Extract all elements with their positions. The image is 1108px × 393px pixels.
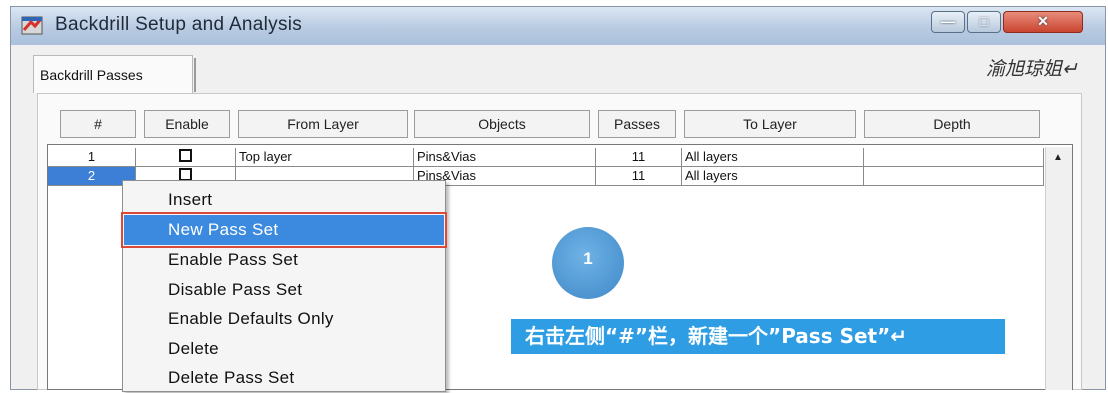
- menu-item-delete[interactable]: Delete: [124, 334, 444, 364]
- maximize-icon: □: [979, 13, 989, 29]
- column-header-depth[interactable]: Depth: [864, 110, 1040, 138]
- watermark-text: 渝旭琼姐↵: [986, 59, 1078, 80]
- tab-divider: [194, 58, 196, 92]
- row-1-number[interactable]: 1: [48, 148, 136, 167]
- menu-item-enable-pass-set[interactable]: Enable Pass Set: [124, 245, 444, 275]
- row-2-to-layer[interactable]: All layers: [682, 167, 864, 186]
- minimize-icon: —: [941, 13, 955, 29]
- row-1-passes[interactable]: 11: [596, 148, 682, 167]
- row-1-to-layer[interactable]: All layers: [682, 148, 864, 167]
- row-1-from-layer[interactable]: Top layer: [236, 148, 414, 167]
- menu-item-new-pass-set[interactable]: New Pass Set: [121, 212, 447, 248]
- menu-item-delete-pass-set[interactable]: Delete Pass Set: [124, 363, 444, 393]
- window-title: Backdrill Setup and Analysis: [55, 14, 303, 35]
- checkbox-icon[interactable]: [179, 149, 192, 162]
- column-header-to-layer[interactable]: To Layer: [684, 110, 856, 138]
- column-header-passes[interactable]: Passes: [598, 110, 676, 138]
- context-menu: Insert New Pass Set Enable Pass Set Disa…: [121, 180, 447, 393]
- column-header-objects[interactable]: Objects: [414, 110, 590, 138]
- column-header-number[interactable]: #: [60, 110, 136, 138]
- scroll-up-icon[interactable]: ▲: [1045, 147, 1071, 167]
- close-button[interactable]: ✕: [1003, 11, 1083, 33]
- step-number: 1: [583, 249, 593, 268]
- row-1-objects[interactable]: Pins&Vias: [414, 148, 596, 167]
- row-1-enable-checkbox[interactable]: [136, 148, 236, 167]
- instruction-callout: 右击左侧“#”栏，新建一个”Pass Set”↵: [511, 319, 1005, 354]
- maximize-button[interactable]: □: [967, 11, 1001, 33]
- column-header-enable[interactable]: Enable: [144, 110, 230, 138]
- tab-backdrill-passes[interactable]: Backdrill Passes: [33, 55, 193, 93]
- menu-item-insert[interactable]: Insert: [124, 185, 444, 215]
- menu-item-enable-defaults-only[interactable]: Enable Defaults Only: [124, 304, 444, 334]
- title-bar[interactable]: Backdrill Setup and Analysis — □ ✕: [11, 7, 1105, 45]
- row-2-depth[interactable]: [864, 167, 1044, 186]
- minimize-button[interactable]: —: [931, 11, 965, 33]
- row-1-depth[interactable]: [864, 148, 1044, 167]
- close-icon: ✕: [1037, 13, 1049, 29]
- app-icon: [21, 16, 43, 35]
- vertical-scrollbar[interactable]: [1045, 147, 1072, 390]
- row-2-passes[interactable]: 11: [596, 167, 682, 186]
- column-header-from-layer[interactable]: From Layer: [238, 110, 408, 138]
- menu-item-disable-pass-set[interactable]: Disable Pass Set: [124, 275, 444, 305]
